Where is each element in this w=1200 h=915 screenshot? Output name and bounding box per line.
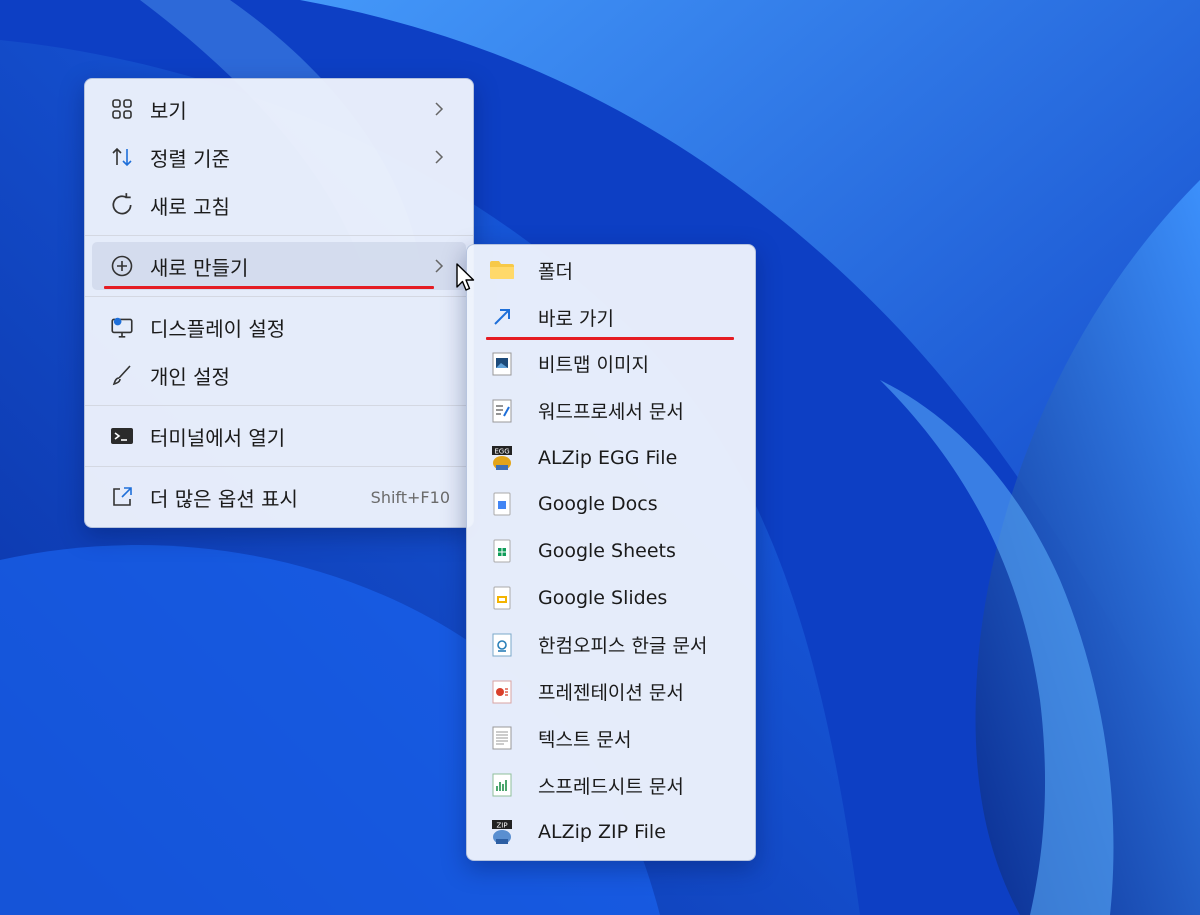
google-slides-icon xyxy=(488,584,516,612)
chevron-right-icon xyxy=(435,150,444,164)
annotation-underline-new xyxy=(104,286,434,289)
menu-item-label: 정렬 기준 xyxy=(150,146,230,171)
submenu-item-label: ALZip EGG File xyxy=(538,446,678,469)
menu-item-sort-by[interactable]: 정렬 기준 xyxy=(92,133,466,181)
submenu-item-label: Google Docs xyxy=(538,493,658,516)
bitmap-icon xyxy=(488,350,516,378)
svg-text:EGG: EGG xyxy=(494,447,509,455)
more-options-icon xyxy=(108,483,136,511)
submenu-item-label: 스프레드시트 문서 xyxy=(538,775,684,798)
menu-item-label: 더 많은 옵션 표시 xyxy=(150,486,298,511)
grid-view-icon xyxy=(108,95,136,123)
presentation-icon xyxy=(488,678,516,706)
plus-circle-icon xyxy=(108,252,136,280)
submenu-item-wordpad[interactable]: 워드프로세서 문서 xyxy=(474,387,748,434)
menu-separator xyxy=(85,235,473,236)
menu-item-personalize[interactable]: 개인 설정 xyxy=(92,351,466,399)
svg-text:ZIP: ZIP xyxy=(496,821,507,829)
submenu-item-google-slides[interactable]: Google Slides xyxy=(474,575,748,622)
menu-separator xyxy=(85,466,473,467)
submenu-item-label: ALZip ZIP File xyxy=(538,820,666,843)
chevron-right-icon xyxy=(435,259,444,273)
submenu-item-spreadsheet[interactable]: 스프레드시트 문서 xyxy=(474,762,748,809)
menu-item-label: 디스플레이 설정 xyxy=(150,316,286,341)
submenu-item-alzip-zip[interactable]: ZIP ALZip ZIP File xyxy=(474,809,748,856)
menu-item-label: 새로 고침 xyxy=(150,194,230,219)
submenu-item-google-sheets[interactable]: Google Sheets xyxy=(474,528,748,575)
submenu-item-label: 워드프로세서 문서 xyxy=(538,401,684,424)
submenu-item-alzip-egg[interactable]: EGG ALZip EGG File xyxy=(474,434,748,481)
spreadsheet-icon xyxy=(488,771,516,799)
menu-item-label: 새로 만들기 xyxy=(150,255,249,280)
alzip-zip-icon: ZIP xyxy=(488,818,516,846)
menu-item-label: 터미널에서 열기 xyxy=(150,425,286,450)
submenu-item-presentation[interactable]: 프레젠테이션 문서 xyxy=(474,668,748,715)
submenu-item-bitmap[interactable]: 비트맵 이미지 xyxy=(474,341,748,388)
submenu-item-label: 텍스트 문서 xyxy=(538,728,632,751)
submenu-item-label: Google Slides xyxy=(538,586,668,609)
refresh-icon xyxy=(108,191,136,219)
submenu-item-folder[interactable]: 폴더 xyxy=(474,247,748,294)
menu-item-label: 개인 설정 xyxy=(150,364,230,389)
annotation-underline-shortcut xyxy=(486,337,734,340)
submenu-item-label: 폴더 xyxy=(538,260,573,283)
alzip-egg-icon: EGG xyxy=(488,444,516,472)
submenu-item-label: Google Sheets xyxy=(538,540,676,563)
submenu-item-google-docs[interactable]: Google Docs xyxy=(474,481,748,528)
wordpad-icon xyxy=(488,397,516,425)
menu-item-view[interactable]: 보기 xyxy=(92,85,466,133)
desktop-context-menu: 보기 정렬 기준 새로 고침 새로 만들기 디스플레이 설정 개인 설정 터미널… xyxy=(84,78,474,528)
folder-icon xyxy=(488,256,516,284)
google-docs-icon xyxy=(488,490,516,518)
submenu-item-label: 프레젠테이션 문서 xyxy=(538,682,684,705)
menu-item-open-terminal[interactable]: 터미널에서 열기 xyxy=(92,412,466,460)
menu-separator xyxy=(85,296,473,297)
terminal-icon xyxy=(108,422,136,450)
sort-arrows-icon xyxy=(108,143,136,171)
chevron-right-icon xyxy=(435,102,444,116)
text-document-icon xyxy=(488,724,516,752)
shortcut-arrow-icon xyxy=(488,303,516,331)
menu-separator xyxy=(85,405,473,406)
submenu-item-text-document[interactable]: 텍스트 문서 xyxy=(474,715,748,762)
mouse-cursor-icon xyxy=(456,263,475,291)
submenu-item-label: 바로 가기 xyxy=(538,307,614,330)
google-sheets-icon xyxy=(488,537,516,565)
menu-item-new[interactable]: 새로 만들기 xyxy=(92,242,466,290)
display-settings-icon xyxy=(108,313,136,341)
brush-icon xyxy=(108,361,136,389)
keyboard-shortcut: Shift+F10 xyxy=(370,487,450,507)
menu-item-refresh[interactable]: 새로 고침 xyxy=(92,181,466,229)
submenu-item-label: 한컴오피스 한글 문서 xyxy=(538,635,708,658)
submenu-item-shortcut[interactable]: 바로 가기 xyxy=(474,294,748,341)
submenu-item-hwp-document[interactable]: 한컴오피스 한글 문서 xyxy=(474,621,748,668)
menu-item-show-more-options[interactable]: 더 많은 옵션 표시 Shift+F10 xyxy=(92,473,466,521)
menu-item-display-settings[interactable]: 디스플레이 설정 xyxy=(92,303,466,351)
menu-item-label: 보기 xyxy=(150,98,187,123)
submenu-item-label: 비트맵 이미지 xyxy=(538,354,649,377)
hwp-document-icon xyxy=(488,631,516,659)
